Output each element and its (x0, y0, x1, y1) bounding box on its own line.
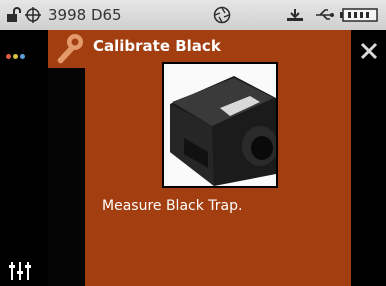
black-trap-photo (162, 62, 278, 188)
antenna-icon (287, 9, 303, 21)
sliders-icon[interactable] (8, 260, 34, 282)
instruction-message: Measure Black Trap. (102, 198, 243, 214)
usb-icon (316, 9, 334, 20)
close-icon[interactable] (360, 42, 378, 60)
color-dots-icon[interactable] (6, 44, 27, 63)
device-label: 3998 D65 (48, 6, 122, 24)
wrench-icon (57, 34, 83, 64)
left-rail (0, 30, 48, 286)
aperture-icon (213, 6, 231, 24)
dialog-title: Calibrate Black (93, 37, 221, 55)
crosshair-icon (25, 7, 41, 23)
status-bar: 3998 D65 (0, 0, 386, 30)
panel-side-strip (48, 68, 85, 286)
right-rail (351, 30, 386, 286)
battery-icon (340, 8, 378, 22)
unlock-icon (7, 7, 21, 22)
